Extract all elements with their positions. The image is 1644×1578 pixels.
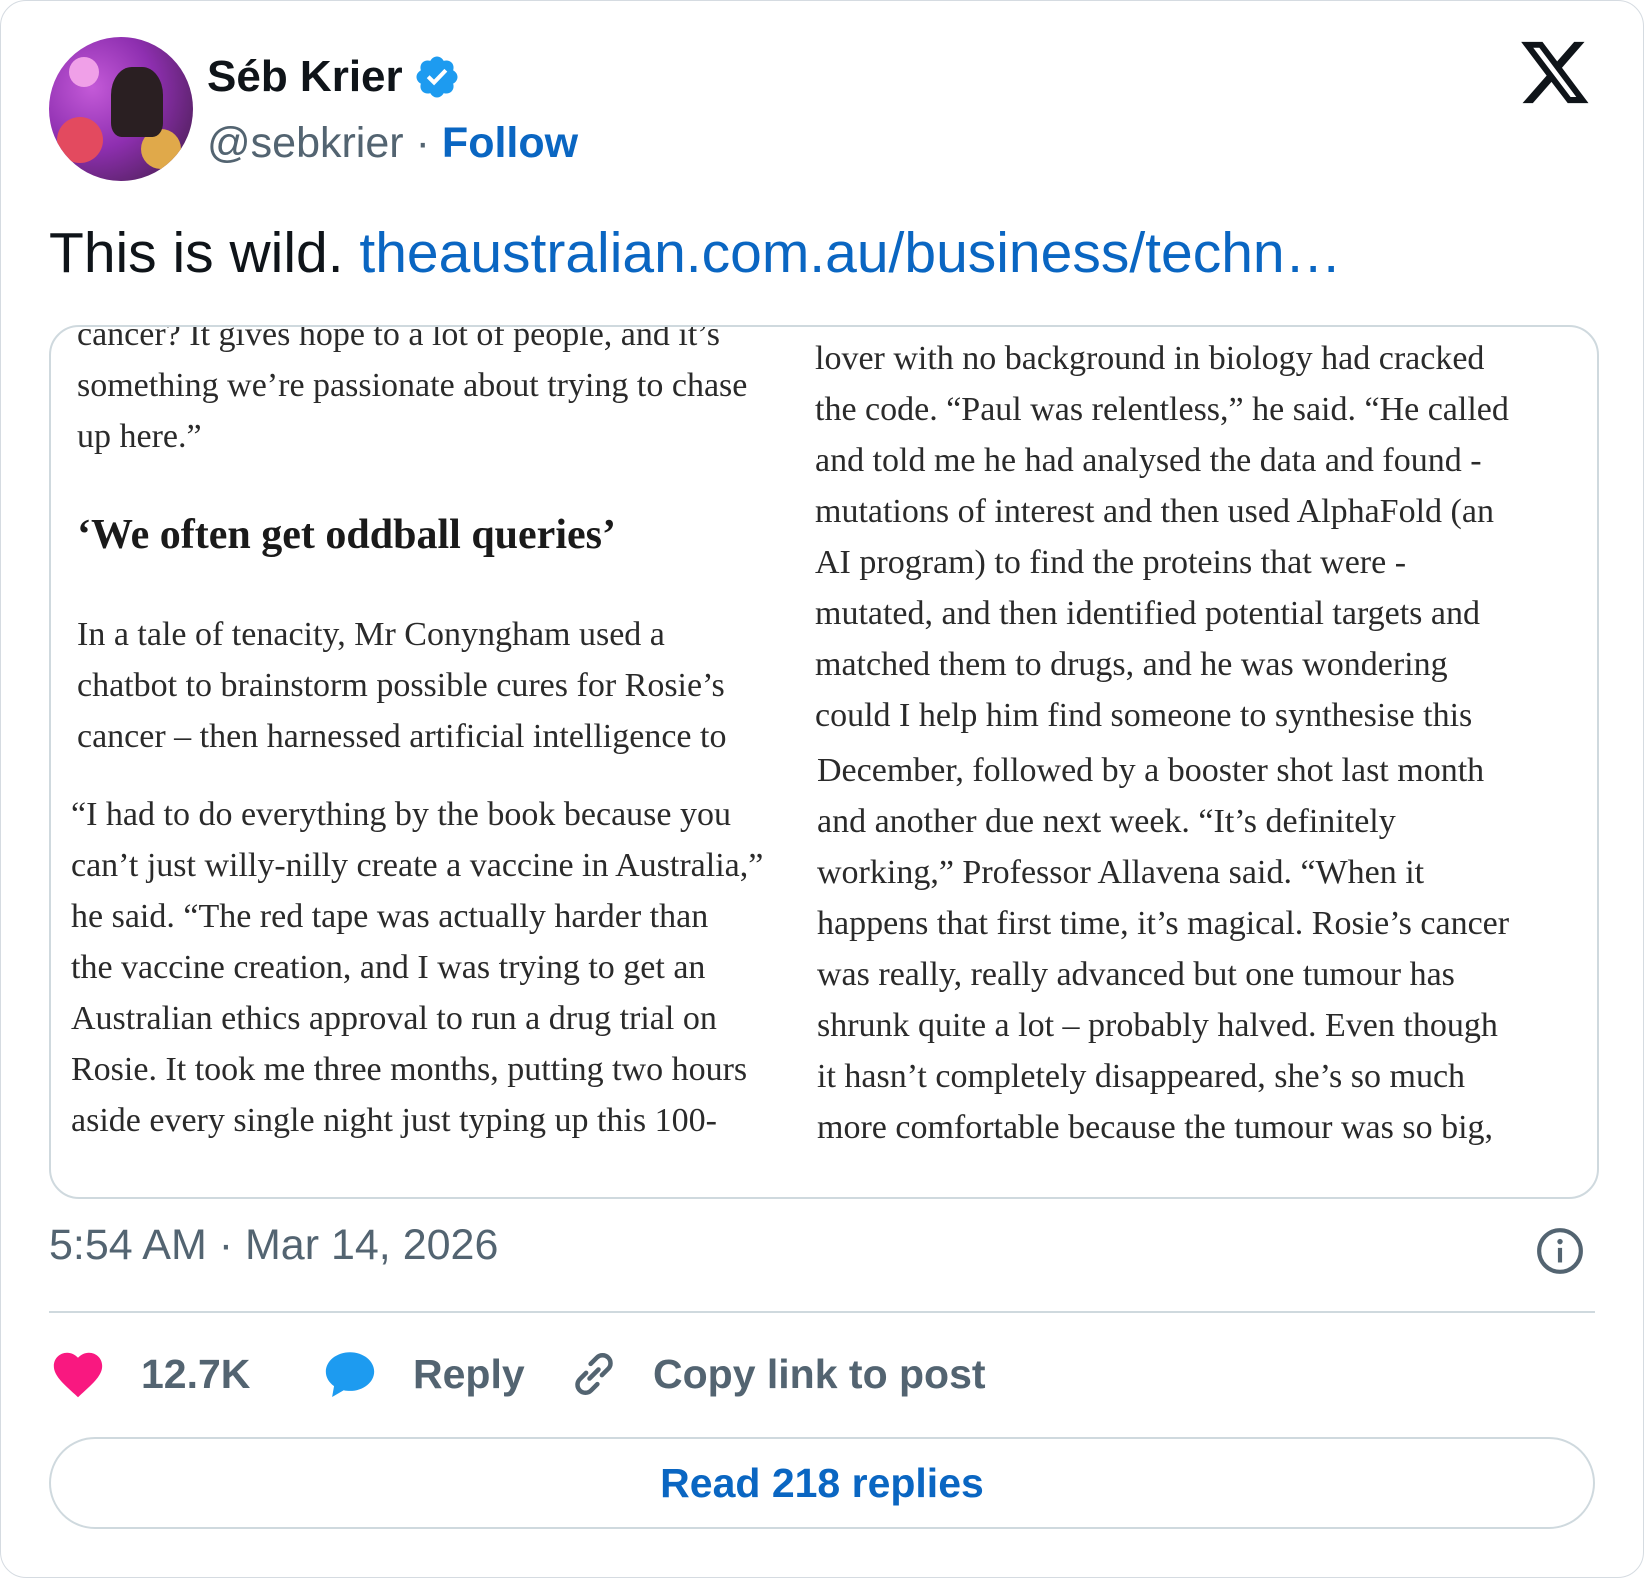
avatar-person	[111, 67, 163, 137]
article-left-top: cancer? It gives hope to a lot of people…	[77, 327, 817, 757]
article-line: mutations of interest and then used Alph…	[815, 493, 1494, 530]
article-line: shrunk quite a lot – probably halved. Ev…	[817, 1007, 1498, 1044]
article-right-bottom-text: December, followed by a booster shot las…	[817, 745, 1509, 1153]
article-line: and another due next week. “It’s definit…	[817, 803, 1396, 840]
article-line: and told me he had analysed the data and…	[815, 442, 1482, 479]
article-line: December, followed by a booster shot las…	[817, 752, 1485, 789]
reply-label: Reply	[413, 1350, 525, 1397]
article-line: working,” Professor Allavena said. “When…	[817, 854, 1425, 891]
copy-link-button[interactable]: Copy link to post	[567, 1347, 986, 1401]
like-count: 12.7K	[141, 1350, 251, 1397]
article-line: up here.”	[77, 418, 202, 455]
tweet-timestamp[interactable]: 5:54 AM · Mar 14, 2026	[49, 1221, 498, 1270]
read-replies-button[interactable]: Read 218 replies	[49, 1437, 1595, 1529]
author-name-row: Séb Krier	[207, 49, 461, 105]
avatar-decor	[57, 117, 103, 163]
article-line: cancer – then harnessed artificial intel…	[77, 718, 727, 755]
article-line: mutated, and then identified potential t…	[815, 595, 1481, 632]
article-screenshot[interactable]: cancer? It gives hope to a lot of people…	[49, 325, 1599, 1199]
info-icon[interactable]	[1535, 1226, 1585, 1276]
article-right-top-text: lover with no background in biology had …	[815, 333, 1509, 737]
article-line: the code. “Paul was relentless,” he said…	[815, 391, 1509, 428]
follow-button[interactable]: Follow	[442, 119, 578, 168]
article-heading: ‘We often get oddball queries’	[77, 512, 616, 558]
article-line: could I help him find someone to synthes…	[815, 697, 1473, 734]
author-name[interactable]: Séb Krier	[207, 52, 403, 102]
verified-badge-icon	[416, 56, 458, 98]
article-line: chatbot to brainstorm possible cures for…	[77, 667, 725, 704]
copy-link-label: Copy link to post	[653, 1350, 986, 1397]
tweet-link[interactable]: theaustralian.com.au/business/techn…	[359, 221, 1341, 285]
speech-bubble-icon	[325, 1352, 375, 1397]
article-line: can’t just willy-nilly create a vaccine …	[71, 847, 764, 884]
article-line: Australian ethics approval to run a drug…	[71, 1000, 717, 1037]
tweet-text: This is wild. theaustralian.com.au/busin…	[49, 219, 1342, 287]
article-line: the vaccine creation, and I was trying t…	[71, 949, 706, 986]
link-icon	[575, 1353, 613, 1395]
reply-button[interactable]: Reply	[321, 1345, 567, 1403]
article-line: it hasn’t completely disappeared, she’s …	[817, 1058, 1466, 1095]
article-left-bottom-text: “I had to do everything by the book beca…	[71, 789, 763, 1146]
x-logo-icon[interactable]	[1521, 41, 1591, 107]
tweet-body: This is wild.	[49, 221, 344, 285]
separator: ·	[415, 118, 430, 167]
heart-icon	[53, 1352, 103, 1398]
article-line: cancer? It gives hope to a lot of people…	[77, 327, 720, 353]
article-line: lover with no background in biology had …	[815, 340, 1485, 377]
article-right-bottom: December, followed by a booster shot las…	[817, 745, 1597, 1197]
article-line: something we’re passionate about trying …	[77, 367, 748, 404]
article-line: aside every single night just typing up …	[71, 1102, 717, 1139]
author-handle-row: @sebkrier · Follow	[207, 115, 578, 171]
article-line: AI program) to find the proteins that we…	[815, 544, 1407, 581]
tweet-card: Séb Krier @sebkrier · Follow This is wil…	[0, 0, 1644, 1578]
article-line: matched them to drugs, and he was wonder…	[815, 646, 1448, 683]
article-line: he said. “The red tape was actually hard…	[71, 898, 709, 935]
divider	[49, 1311, 1595, 1313]
article-line: was really, really advanced but one tumo…	[817, 956, 1455, 993]
avatar[interactable]	[49, 37, 193, 181]
article-line: “I had to do everything by the book beca…	[71, 796, 731, 833]
article-left-bottom: “I had to do everything by the book beca…	[71, 789, 817, 1197]
action-bar: 12.7K Reply Copy link to post	[49, 1341, 986, 1407]
article-image-content: cancer? It gives hope to a lot of people…	[51, 327, 1597, 1197]
author-handle[interactable]: @sebkrier	[207, 119, 404, 168]
article-line: Rosie. It took me three months, putting …	[71, 1051, 748, 1088]
article-right-top: lover with no background in biology had …	[815, 327, 1595, 737]
article-line: happens that first time, it’s magical. R…	[817, 905, 1510, 942]
article-line: more comfortable because the tumour was …	[817, 1109, 1494, 1146]
article-line: In a tale of tenacity, Mr Conyngham used…	[77, 616, 665, 653]
avatar-decor	[69, 57, 99, 87]
article-left-top-text: cancer? It gives hope to a lot of people…	[77, 327, 747, 757]
like-button[interactable]: 12.7K	[49, 1345, 321, 1403]
